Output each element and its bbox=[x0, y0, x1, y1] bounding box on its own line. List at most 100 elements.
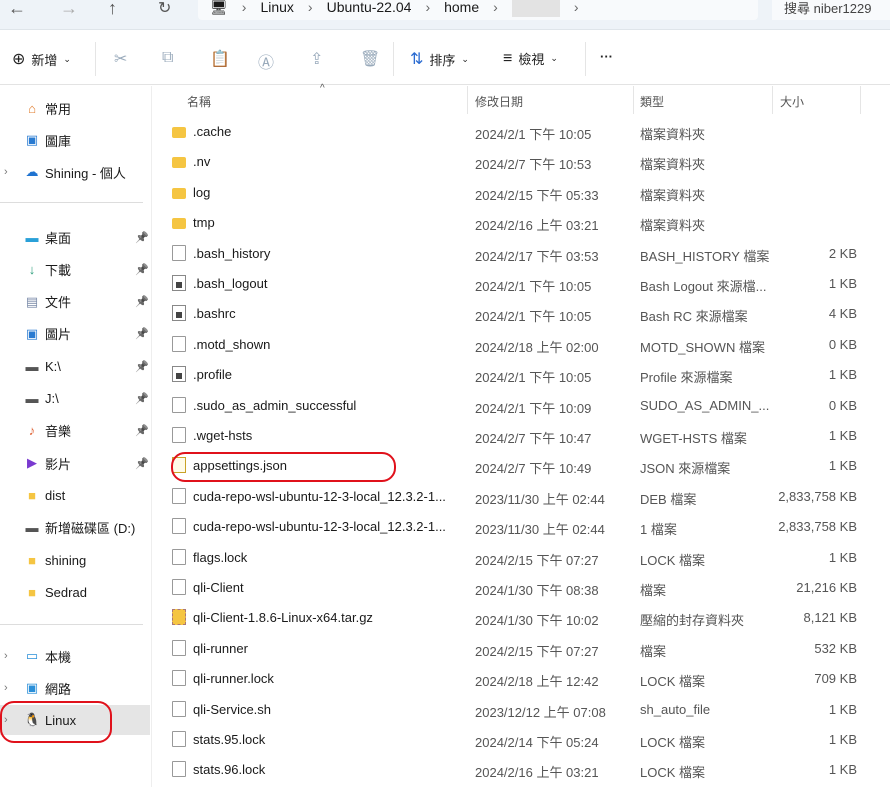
cut-button[interactable]: ✂ bbox=[114, 49, 127, 69]
sort-button[interactable]: ⇅ 排序 ⌄ bbox=[410, 49, 469, 69]
search-input[interactable]: 搜尋 niber1229 bbox=[772, 0, 890, 20]
sidebar-item[interactable]: › ☁ Shining - 個人 bbox=[0, 157, 150, 187]
file-type: LOCK 檔案 bbox=[640, 552, 706, 568]
chevron-down-icon: ⌄ bbox=[550, 53, 558, 63]
column-name[interactable]: 名稱 bbox=[187, 93, 211, 110]
sidebar-item[interactable]: ▶ 影片 📌 bbox=[0, 448, 150, 478]
file-size: 1 KB bbox=[828, 428, 857, 443]
file-row[interactable]: .bashrc 2024/2/1 下午 10:05 Bash RC 來源檔案 4 KB bbox=[160, 299, 860, 329]
file-type: Bash RC 來源檔案 bbox=[640, 309, 748, 325]
file-name: qli-runner.lock bbox=[193, 671, 274, 687]
file-row[interactable]: stats.95.lock 2024/2/14 下午 05:24 LOCK 檔案 1 … bbox=[160, 725, 860, 755]
new-button[interactable]: ⊕ 新增 ⌄ bbox=[12, 49, 71, 69]
file-type: MOTD_SHOWN 檔案 bbox=[640, 339, 765, 355]
back-button[interactable]: ← bbox=[8, 0, 26, 19]
file-name: qli-runner bbox=[193, 640, 248, 656]
view-button[interactable]: ≡ 檢視 ⌄ bbox=[503, 49, 558, 68]
documents-icon: ▤ bbox=[25, 293, 39, 309]
forward-button[interactable]: → bbox=[60, 0, 78, 19]
sidebar-item[interactable]: › ▭ 本機 bbox=[0, 641, 150, 671]
sidebar-item-label: Sedrad bbox=[45, 584, 87, 600]
file-row[interactable]: .wget-hsts 2024/2/7 下午 10:47 WGET-HSTS 檔案 1… bbox=[160, 421, 860, 451]
file-date: 2024/2/15 下午 05:33 bbox=[475, 187, 599, 203]
sidebar-item-label: K:\ bbox=[45, 358, 61, 374]
file-type: Bash Logout 來源檔... bbox=[640, 279, 767, 294]
column-date[interactable]: 修改日期 bbox=[475, 93, 523, 110]
copy-button[interactable]: ⧉ bbox=[162, 49, 173, 67]
paste-button[interactable]: 📋 bbox=[210, 49, 230, 69]
file-icon bbox=[172, 639, 186, 656]
file-icon bbox=[172, 335, 186, 352]
breadcrumb-linux[interactable]: Linux bbox=[260, 0, 293, 15]
sidebar-item[interactable]: ▤ 文件 📌 bbox=[0, 287, 150, 317]
file-type: DEB 檔案 bbox=[640, 491, 697, 507]
file-row[interactable]: .bash_logout 2024/2/1 下午 10:05 Bash Logout… bbox=[160, 269, 860, 299]
chevron-right-icon[interactable]: › bbox=[4, 682, 8, 694]
file-type: LOCK 檔案 bbox=[640, 735, 706, 750]
file-row[interactable]: .motd_shown 2024/2/18 上午 02:00 MOTD_SHOWN … bbox=[160, 330, 860, 360]
refresh-button[interactable]: ↻ bbox=[158, 0, 171, 18]
file-row[interactable]: qli-runner.lock 2024/2/18 上午 12:42 LOCK 檔案… bbox=[160, 664, 860, 694]
rename-button[interactable]: Ⓐ bbox=[258, 49, 274, 73]
sidebar-item[interactable]: ■ dist bbox=[0, 480, 150, 510]
file-row[interactable]: qli-Client-1.8.6-Linux-x64.tar.gz 2024/1/… bbox=[160, 603, 860, 633]
file-date: 2024/2/16 上午 03:21 bbox=[475, 218, 599, 234]
chevron-down-icon: ⌄ bbox=[461, 53, 469, 64]
file-date: 2024/2/7 下午 10:47 bbox=[475, 431, 592, 446]
sidebar-item[interactable]: › ▣ 網路 bbox=[0, 673, 150, 703]
file-row[interactable]: .bash_history 2024/2/17 下午 03:53 BASH_HIST… bbox=[160, 239, 860, 269]
breadcrumb-home[interactable]: home bbox=[444, 0, 479, 15]
sidebar-item-label: dist bbox=[45, 487, 66, 503]
sidebar-item[interactable]: ↓ 下載 📌 bbox=[0, 254, 150, 284]
up-button[interactable]: ↑ bbox=[108, 0, 117, 19]
file-name: .nv bbox=[193, 154, 211, 170]
breadcrumb-ubuntu[interactable]: Ubuntu-22.04 bbox=[327, 0, 412, 15]
folder-icon: ■ bbox=[28, 487, 36, 503]
file-name: .bashrc bbox=[193, 306, 236, 322]
sidebar-item[interactable]: ■ Sedrad bbox=[0, 577, 150, 607]
file-row[interactable]: qli-runner 2024/2/15 下午 07:27 檔案 532 KB bbox=[160, 634, 860, 664]
file-size: 2 KB bbox=[828, 245, 857, 261]
sidebar-item[interactable]: ▬ 桌面 📌 bbox=[0, 222, 150, 252]
chevron-right-icon[interactable]: › bbox=[4, 650, 8, 662]
file-row[interactable]: stats.96.lock 2024/2/16 上午 03:21 LOCK 檔案 1 … bbox=[160, 755, 860, 785]
sidebar-item[interactable]: ■ shining bbox=[0, 545, 150, 575]
navigation-pane: ⌂ 常用 ▣ 圖庫 › ☁ Shining - 個人 ▬ 桌面 📌 ↓ 下載 📌 ▤ 文件 📌 ▣ 圖片 📌 ▬ K:\… bbox=[0, 86, 152, 787]
sidebar-item[interactable]: ▣ 圖片 📌 bbox=[0, 319, 150, 349]
file-row[interactable]: .sudo_as_admin_successful 2024/2/1 下午 10:… bbox=[160, 391, 860, 421]
delete-button[interactable]: 🗑 bbox=[360, 49, 380, 69]
file-date: 2024/2/15 下午 07:27 bbox=[475, 552, 599, 568]
trash-icon: 🗑 bbox=[360, 51, 381, 68]
sidebar-item[interactable]: ▬ K:\ 📌 bbox=[0, 351, 150, 381]
file-row[interactable]: cuda-repo-wsl-ubuntu-12-3-local_12.3.2-1… bbox=[160, 512, 860, 542]
file-name: log bbox=[193, 184, 211, 200]
sidebar-item[interactable]: ⌂ 常用 bbox=[0, 93, 150, 123]
file-row[interactable]: qli-Service.sh 2023/12/12 上午 07:08 sh_auto… bbox=[160, 695, 860, 725]
file-row[interactable]: flags.lock 2024/2/15 下午 07:27 LOCK 檔案 1 KB bbox=[160, 543, 860, 573]
sidebar-item[interactable]: ▣ 圖庫 bbox=[0, 125, 150, 155]
more-button[interactable]: ··· bbox=[600, 49, 613, 64]
file-size: 1 KB bbox=[828, 549, 857, 565]
share-button[interactable]: ⇪ bbox=[310, 49, 323, 69]
file-row[interactable]: .nv 2024/2/7 下午 10:53 檔案資料夾 bbox=[160, 147, 860, 177]
file-row[interactable]: log 2024/2/15 下午 05:33 檔案資料夾 bbox=[160, 178, 860, 208]
column-type[interactable]: 類型 bbox=[640, 93, 664, 110]
sidebar-item[interactable]: ▬ J:\ 📌 bbox=[0, 384, 150, 414]
sidebar-item[interactable]: ▬ 新增磁碟區 (D:) bbox=[0, 513, 150, 543]
computer-icon: 🖥 bbox=[210, 0, 228, 15]
chevron-right-icon[interactable]: › bbox=[4, 166, 8, 178]
file-row[interactable]: tmp 2024/2/16 上午 03:21 檔案資料夾 bbox=[160, 208, 860, 238]
file-type: 1 檔案 bbox=[640, 522, 677, 538]
file-type: 檔案資料夾 bbox=[640, 218, 706, 234]
column-size[interactable]: 大小 bbox=[780, 93, 804, 110]
file-row[interactable]: cuda-repo-wsl-ubuntu-12-3-local_12.3.2-1… bbox=[160, 482, 860, 512]
address-bar[interactable]: 🖥 › Linux › Ubuntu-22.04 › home › › bbox=[198, 0, 758, 20]
file-row[interactable]: qli-Client 2024/1/30 下午 08:38 檔案 21,216 KB bbox=[160, 573, 860, 603]
file-name: qli-Service.sh bbox=[193, 701, 272, 717]
copy-icon: ⧉ bbox=[162, 49, 174, 66]
file-type: LOCK 檔案 bbox=[640, 765, 706, 781]
sidebar-item[interactable]: ♪ 音樂 📌 bbox=[0, 416, 150, 446]
file-size: 0 KB bbox=[828, 397, 857, 413]
file-row[interactable]: .cache 2024/2/1 下午 10:05 檔案資料夾 bbox=[160, 117, 860, 147]
file-row[interactable]: .profile 2024/2/1 下午 10:05 Profile 來源檔案 1 K… bbox=[160, 360, 860, 390]
